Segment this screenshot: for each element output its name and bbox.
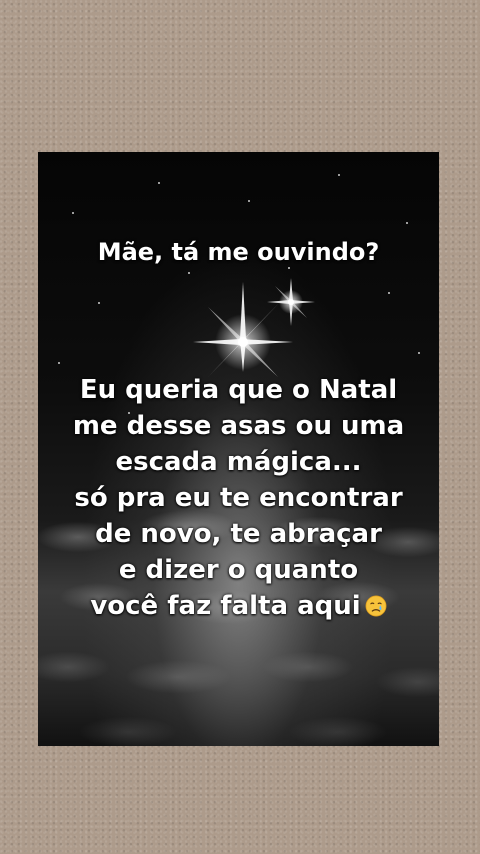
sparkle-star-small bbox=[267, 278, 315, 326]
crying-face-icon bbox=[365, 595, 387, 617]
star bbox=[158, 182, 160, 184]
message-line: Eu queria que o Natal bbox=[79, 375, 398, 405]
star bbox=[72, 212, 74, 214]
star bbox=[388, 292, 390, 294]
star bbox=[98, 302, 100, 304]
star bbox=[338, 174, 340, 176]
star bbox=[58, 362, 60, 364]
star bbox=[248, 200, 250, 202]
star bbox=[418, 352, 420, 354]
message-line: de novo, te abraçar bbox=[95, 519, 382, 549]
message-text: Eu queria que o Natal me desse asas ou u… bbox=[38, 372, 439, 624]
message-line: e dizer o quanto bbox=[118, 555, 359, 585]
message-line: você faz falta aqui bbox=[90, 591, 361, 621]
headline-text: Mãe, tá me ouvindo? bbox=[97, 238, 380, 266]
star bbox=[406, 222, 408, 224]
message-line: só pra eu te encontrar bbox=[74, 483, 403, 513]
message-line-last: você faz falta aqui bbox=[38, 588, 439, 624]
message-line: me desse asas ou uma bbox=[72, 411, 405, 441]
message-line: escada mágica... bbox=[115, 447, 362, 477]
image-card: Mãe, tá me ouvindo? Eu queria que o Nata… bbox=[38, 152, 439, 746]
